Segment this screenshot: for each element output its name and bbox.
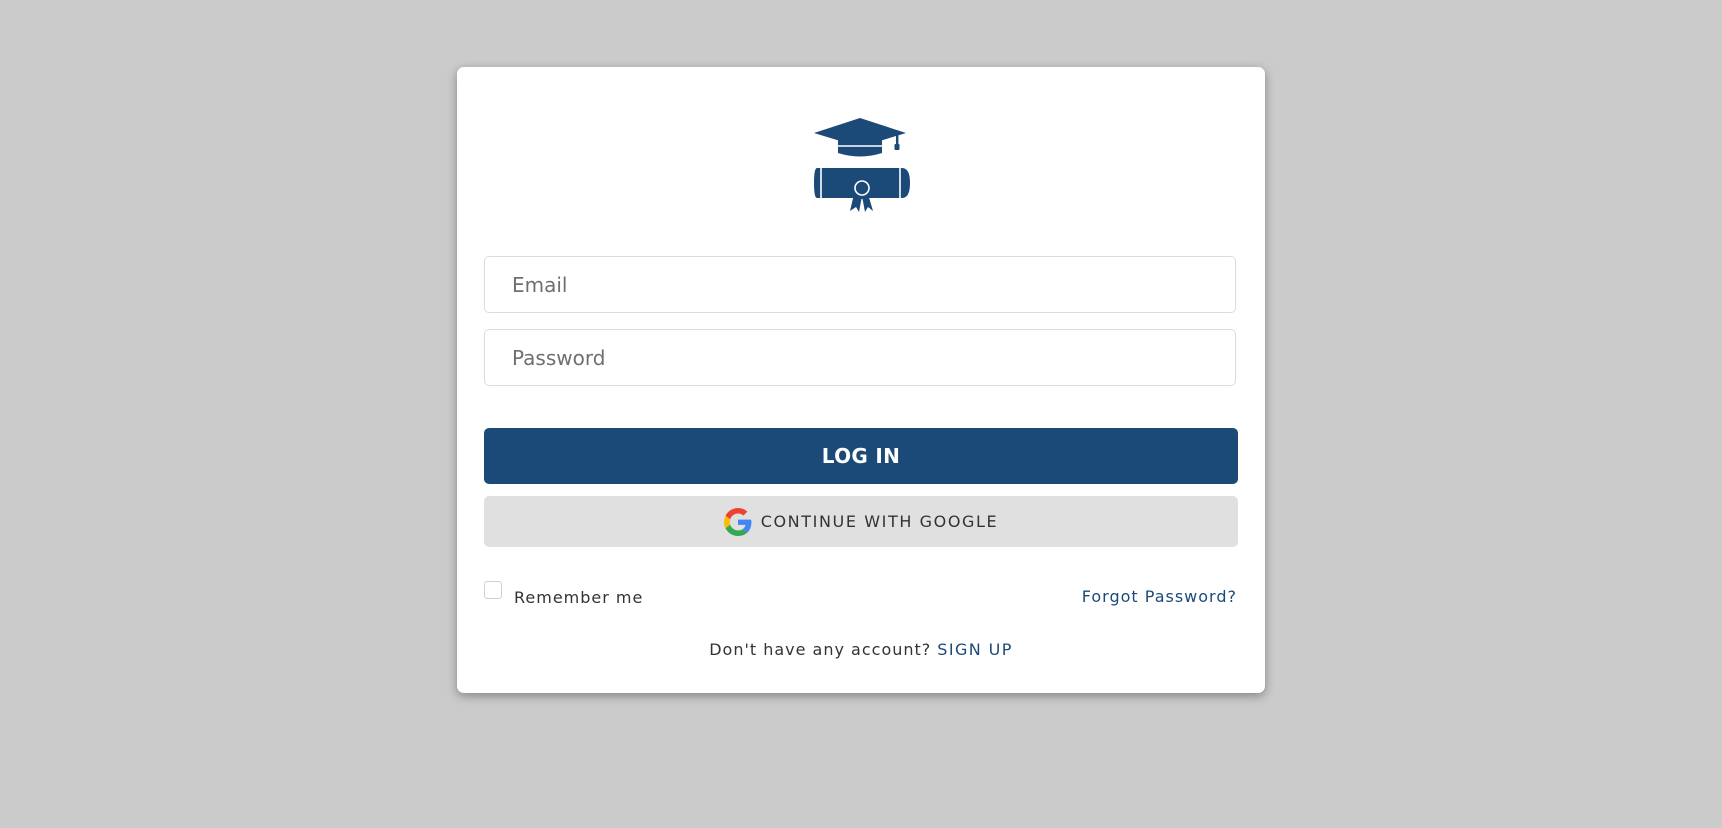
signup-link[interactable]: SIGN UP xyxy=(937,640,1013,659)
login-card: LOG IN CONTINUE WITH GOOGLE Remember me … xyxy=(457,67,1265,693)
graduation-cap-diploma-icon xyxy=(814,118,910,212)
login-button-label: LOG IN xyxy=(821,444,901,468)
remember-me: Remember me xyxy=(484,580,643,607)
signup-line: Don't have any account? SIGN UP xyxy=(457,640,1265,659)
google-g-icon xyxy=(723,507,752,536)
forgot-password-link[interactable]: Forgot Password? xyxy=(1082,587,1237,606)
google-login-button[interactable]: CONTINUE WITH GOOGLE xyxy=(484,496,1238,547)
remember-me-checkbox[interactable] xyxy=(484,580,502,599)
email-field[interactable] xyxy=(484,256,1236,313)
google-button-label: CONTINUE WITH GOOGLE xyxy=(760,512,999,531)
password-field[interactable] xyxy=(484,329,1236,386)
signup-prompt: Don't have any account? xyxy=(709,640,932,659)
login-button[interactable]: LOG IN xyxy=(484,428,1238,484)
remember-me-label[interactable]: Remember me xyxy=(514,588,643,607)
